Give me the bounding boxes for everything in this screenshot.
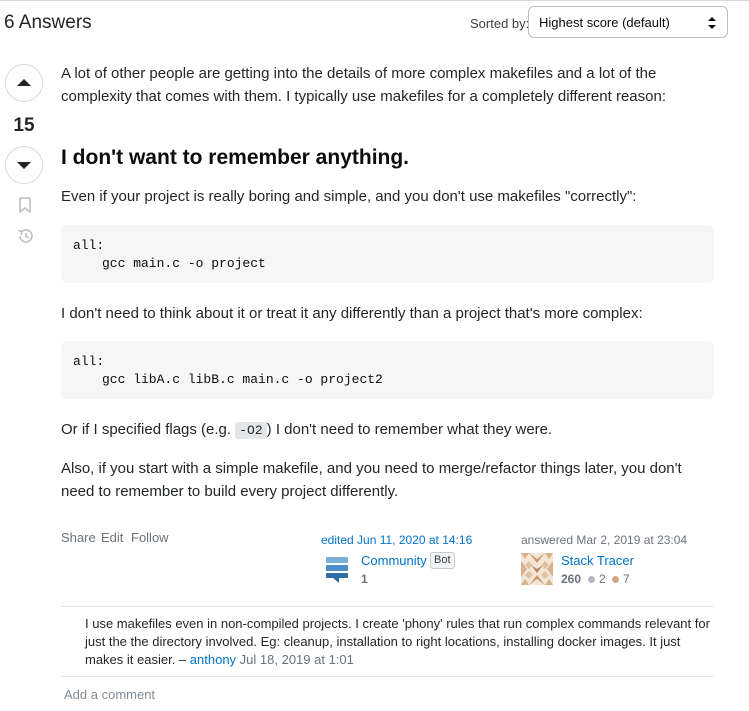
answers-header: 6 Answers Sorted by: Highest score (defa… <box>0 0 749 48</box>
community-avatar[interactable] <box>323 554 355 586</box>
code-line: gcc libA.c libB.c main.c -o project2 <box>102 372 383 387</box>
edited-timestamp-link[interactable]: edited Jun 11, 2020 at 14:16 <box>321 533 472 547</box>
code-line: all: <box>73 354 105 369</box>
code-line: gcc main.c -o project <box>102 256 266 271</box>
downvote-button[interactable] <box>5 146 43 184</box>
inline-code-flag: -O2 <box>235 422 267 439</box>
upvote-button[interactable] <box>5 64 43 102</box>
editor-name-link[interactable]: Community <box>361 553 427 568</box>
history-icon[interactable] <box>16 227 34 245</box>
paragraph-refactor: Also, if you start with a simple makefil… <box>61 460 682 500</box>
post-meta: Share Edit Follow edited Jun 11, 2020 at… <box>61 530 721 590</box>
code-block-1: all: gcc main.c -o project <box>61 225 714 283</box>
bronze-badge-icon <box>612 576 619 583</box>
select-arrows-icon <box>708 17 716 29</box>
flags-text-after: ) I don't need to remember what they wer… <box>266 421 553 438</box>
paragraph-simple-project: Even if your project is really boring an… <box>61 188 637 205</box>
answer-heading: I don't want to remember anything. <box>61 146 410 169</box>
flags-text-before: Or if I specified flags (e.g. <box>61 421 236 438</box>
follow-link[interactable]: Follow <box>131 530 169 545</box>
add-comment-link[interactable]: Add a comment <box>64 687 155 702</box>
comment-text: I use makefiles even in non-compiled pro… <box>85 616 710 667</box>
paragraph-intro: A lot of other people are getting into t… <box>61 65 666 105</box>
comment-user-link[interactable]: anthony <box>190 652 236 667</box>
author-reputation: 260 <box>561 572 582 586</box>
silver-badge-icon <box>588 576 595 583</box>
comment-divider <box>61 676 714 677</box>
sort-select-value: Highest score (default) <box>539 15 670 30</box>
author-name-link[interactable]: Stack Tracer <box>561 553 634 568</box>
bot-badge: Bot <box>430 552 455 569</box>
stack-tracer-avatar[interactable] <box>521 553 553 585</box>
code-line: all: <box>73 238 105 253</box>
sorted-by-label: Sorted by: <box>470 16 530 31</box>
silver-badge-count: 2 <box>599 572 606 586</box>
arrow-up-icon <box>17 79 31 86</box>
bronze-badge-count: 7 <box>623 572 630 586</box>
vote-count: 15 <box>13 115 35 136</box>
edit-link[interactable]: Edit <box>101 530 123 545</box>
comments-section: I use makefiles even in non-compiled pro… <box>61 606 714 702</box>
arrow-down-icon <box>17 162 31 169</box>
share-link[interactable]: Share <box>61 530 96 545</box>
code-block-2: all: gcc libA.c libB.c main.c -o project… <box>61 341 714 399</box>
bookmark-icon[interactable] <box>16 196 34 214</box>
sort-select[interactable]: Highest score (default) <box>528 6 728 38</box>
paragraph-complex-project: I don't need to think about it or treat … <box>61 305 643 322</box>
editor-reputation: 1 <box>361 572 368 586</box>
comment: I use makefiles even in non-compiled pro… <box>85 615 710 669</box>
comment-date[interactable]: Jul 18, 2019 at 1:01 <box>240 652 354 667</box>
paragraph-flags: Or if I specified flags (e.g. -O2) I don… <box>61 418 552 442</box>
answered-timestamp: answered Mar 2, 2019 at 23:04 <box>521 533 688 547</box>
answers-count: 6 Answers <box>4 12 92 33</box>
